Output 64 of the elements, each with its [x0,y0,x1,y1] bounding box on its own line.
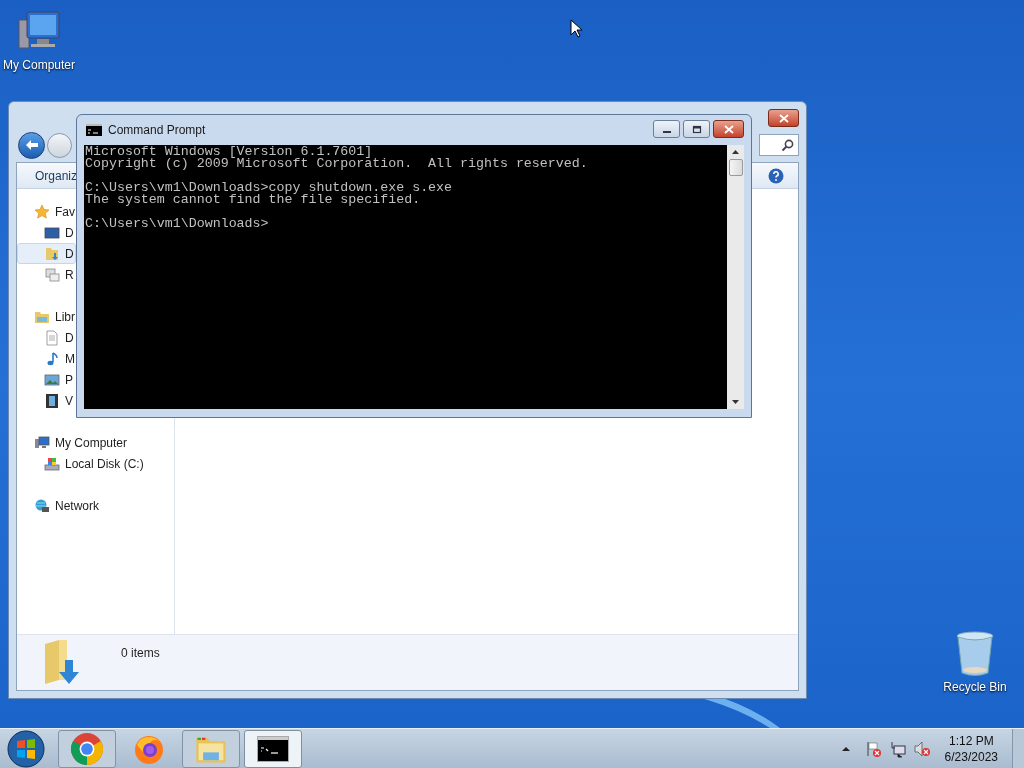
nav-item[interactable]: P [17,369,75,390]
clock-date: 6/23/2023 [944,748,998,765]
nav-item[interactable]: D [17,327,76,348]
show-desktop-button[interactable] [1012,728,1024,768]
picture-frame-icon [44,371,60,388]
desktop-icon-label[interactable]: Recycle Bin [943,678,1007,696]
start-button[interactable] [6,729,46,768]
folder-download-icon [44,245,60,262]
network-monitor-icon[interactable] [888,739,907,758]
back-arrow-icon [24,139,39,151]
show-hidden-icons-icon[interactable] [840,744,851,753]
speaker-muted-icon[interactable] [912,739,931,758]
search-icon [781,138,794,152]
maximize-button[interactable] [683,120,710,138]
computer-icon [34,434,50,451]
taskbar-button[interactable] [244,729,302,768]
nav-item[interactable]: D [17,222,76,243]
console-icon [257,735,289,762]
chrome-icon [70,731,104,766]
close-button[interactable] [768,109,799,127]
desktop-icon-label[interactable]: My Computer [3,56,75,74]
close-button[interactable] [713,120,744,138]
console-line: C:\Users\vm1\Downloads> [85,218,269,230]
nav-item[interactable]: D [17,243,76,264]
minimize-button[interactable] [653,120,680,138]
document-icon [44,329,60,346]
help-icon[interactable] [768,167,784,184]
monitor-icon [44,224,60,241]
item-count-text: 0 items [121,645,160,662]
scroll-thumb[interactable] [728,159,743,176]
nav-item[interactable]: M [17,348,77,369]
console-icon [86,124,102,136]
mouse-pointer-icon [570,19,582,38]
minimize-icon [662,131,671,133]
close-icon [778,113,789,123]
clock-time: 1:12 PM [948,732,994,749]
nav-item[interactable]: R [17,264,76,285]
console-line: Microsoft Windows [Version 6.1.7601] [85,146,373,158]
search-field[interactable] [759,134,799,156]
console-output[interactable] [84,145,727,409]
organize-menu-button[interactable]: Organiz [35,166,78,185]
star-icon [34,203,50,220]
nav-item[interactable]: Network [17,495,101,516]
console-line: Copyright (c) 2009 Microsoft Corporation. All rights reserved. [85,158,588,170]
console-line: C:\Users\vm1\Downloads>copy shutdown.exe s.exe [85,182,453,194]
nav-item[interactable]: Libr [17,306,77,327]
window-title: Command Prompt [108,122,207,139]
network-globe-icon [34,497,50,514]
maximize-icon [691,124,702,134]
recycle-bin-icon[interactable] [955,630,995,678]
close-icon [723,124,734,134]
flag-alert-icon[interactable] [864,739,883,758]
console-line: The system cannot find the file specified. [85,194,421,206]
nav-item[interactable]: Local Disk (C:) [17,453,146,474]
recent-places-icon [44,266,60,283]
back-button[interactable] [18,131,45,159]
nav-item[interactable]: My Computer [17,432,130,453]
nav-item[interactable]: Fav [17,201,77,222]
film-strip-icon [44,392,60,409]
clock[interactable]: 1:12 PM 6/23/2023 [944,732,998,765]
vertical-scrollbar[interactable] [727,145,744,409]
hard-drive-icon [44,455,60,472]
windows-logo-icon [7,729,45,768]
nav-item[interactable]: V [17,390,75,411]
